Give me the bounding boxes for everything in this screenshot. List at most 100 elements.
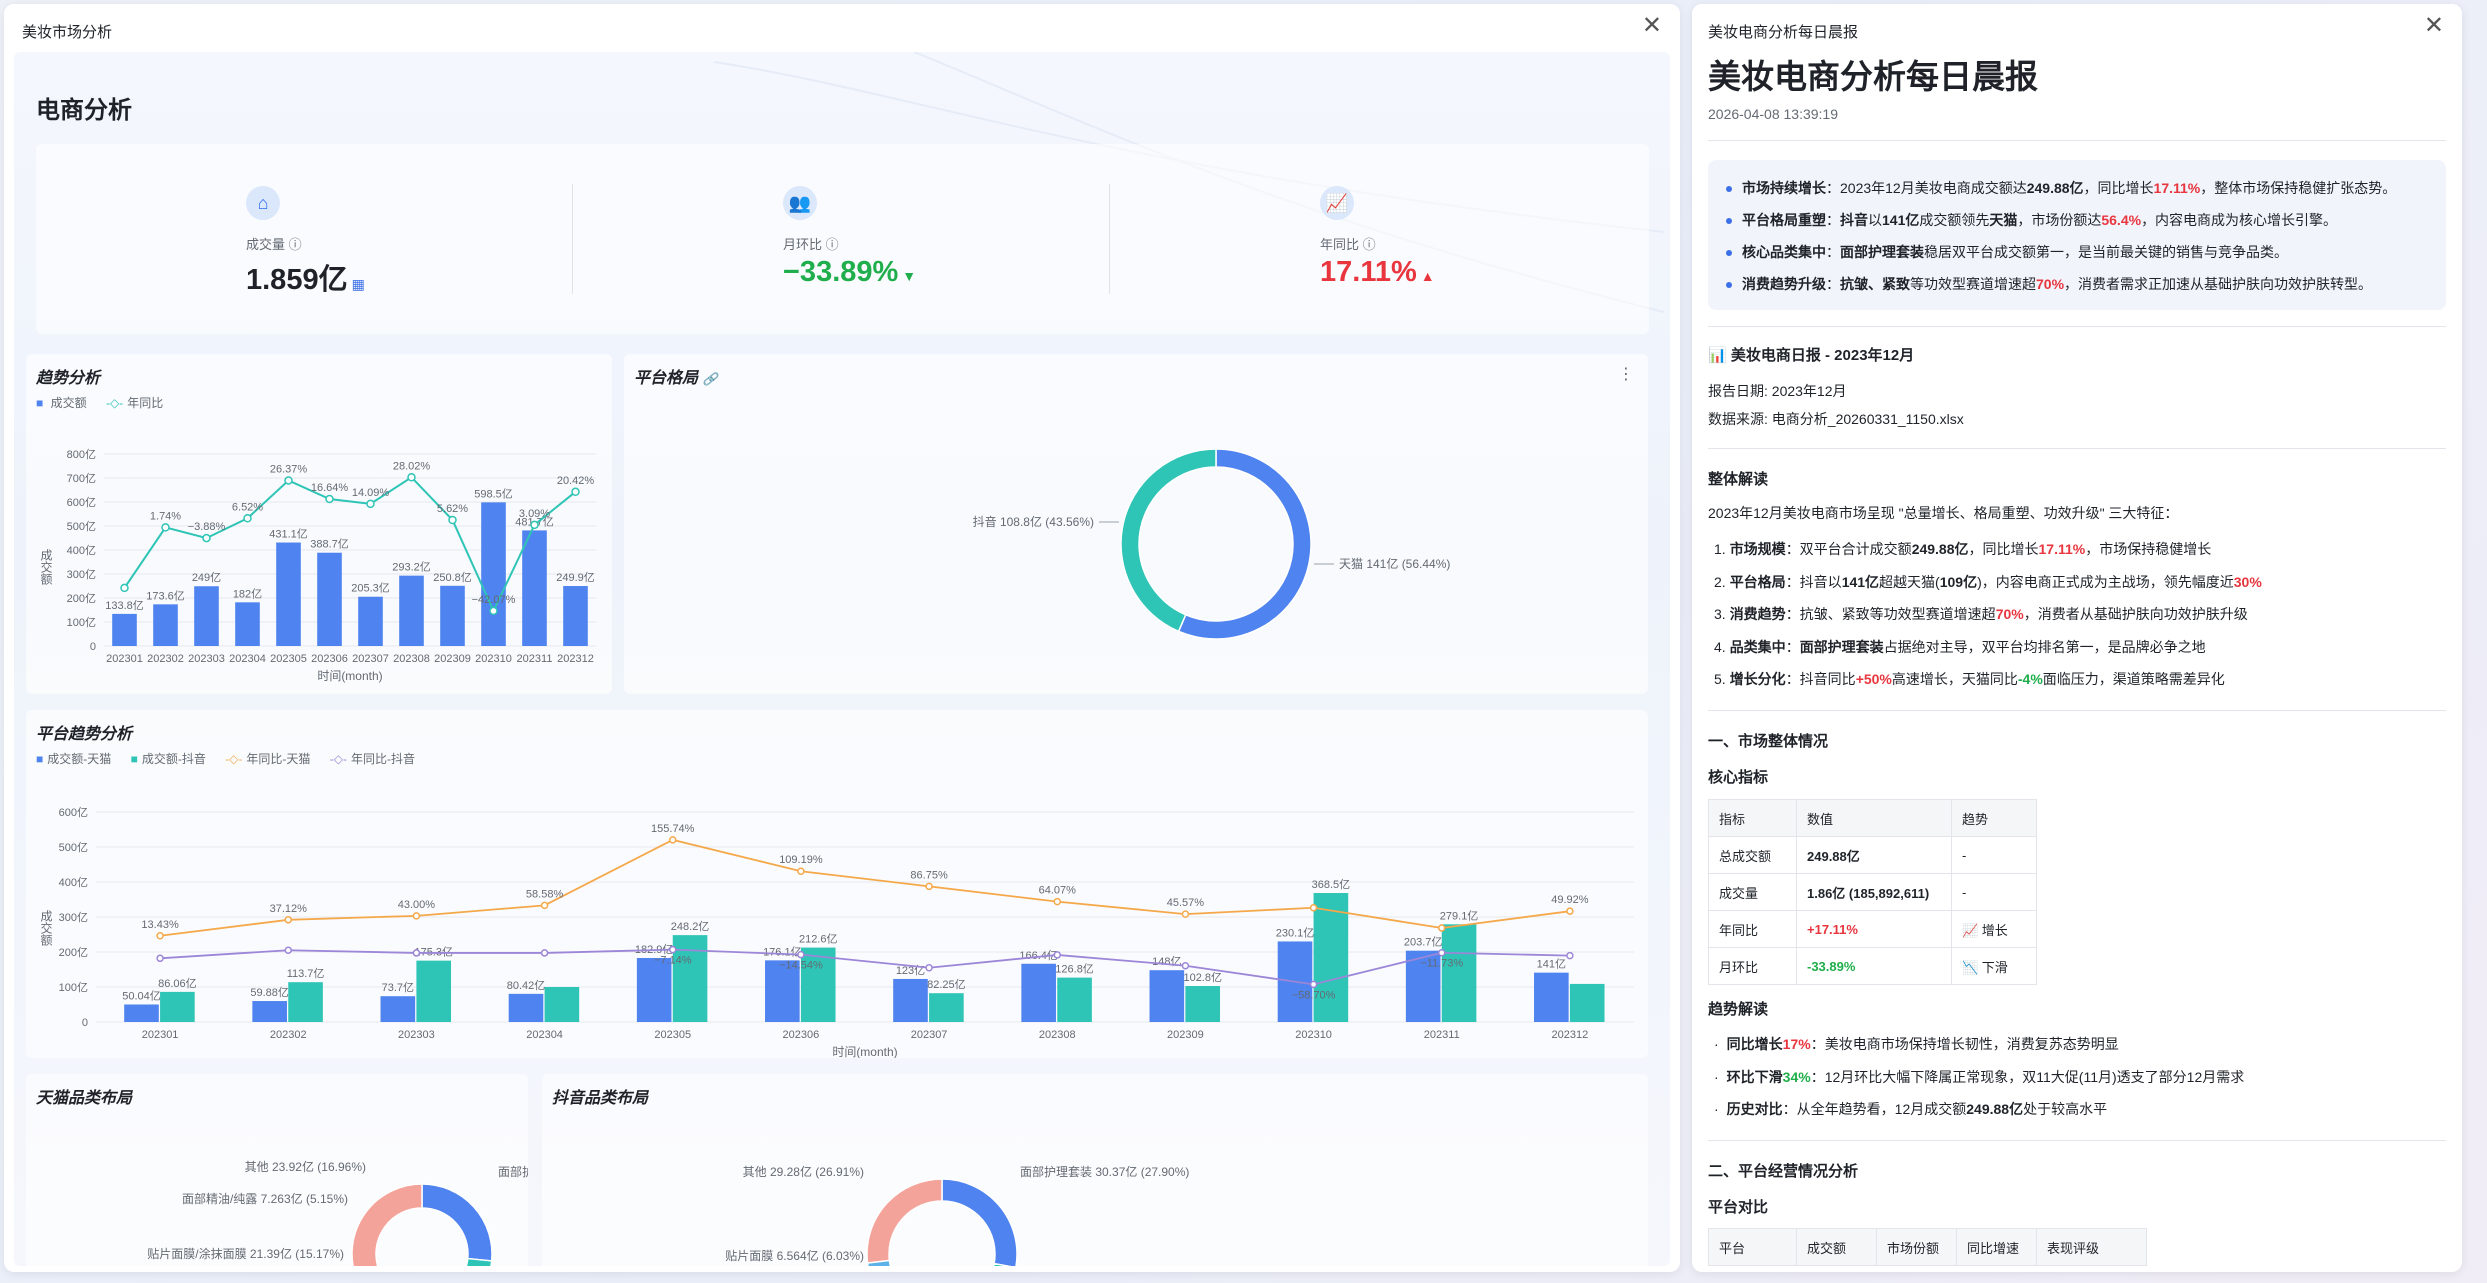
- bar-deal: [235, 602, 260, 646]
- bar-label: 102.8亿: [1183, 971, 1222, 984]
- x-tick-label: 202310: [475, 653, 512, 665]
- point: [1309, 980, 1318, 989]
- point-label: 26.37%: [270, 463, 308, 475]
- bar-tmall: [1534, 972, 1569, 1022]
- bar-label: 59.88亿: [250, 986, 289, 999]
- bar-douyin: [1185, 986, 1221, 1022]
- kpi-value: 17.11% ▲: [1320, 256, 1435, 289]
- divider: [1708, 326, 2446, 327]
- donut-slice: [351, 1183, 423, 1266]
- point-label: 3.09%: [519, 508, 550, 520]
- close-icon[interactable]: ✕: [2424, 14, 2444, 38]
- summary-item: 市场持续增长：2023年12月美妆电商成交额达249.88亿，同比增长17.11…: [1726, 172, 2428, 204]
- text-run: 17%: [1782, 1036, 1811, 1052]
- y-axis-label: 成交额: [39, 910, 53, 947]
- section1-title: 一、市场整体情况: [1708, 733, 1829, 750]
- kpi-label: 年同比 ⓘ: [1320, 237, 1376, 252]
- text-run: ：抖音同比: [1785, 671, 1856, 687]
- point-label: 5.62%: [437, 503, 468, 515]
- divider: [1708, 140, 2446, 141]
- bar-label: 176.1亿: [763, 945, 802, 958]
- bullet-icon: [1726, 282, 1732, 289]
- close-icon[interactable]: ✕: [1642, 14, 1662, 38]
- text-run: ，同比增长: [2083, 180, 2154, 196]
- text-run: 核心品类集中: [1742, 244, 1826, 260]
- point-yoy: [366, 499, 375, 509]
- bullet-icon: [1726, 250, 1732, 257]
- bar-tmall: [380, 996, 416, 1022]
- kpi-value: −33.89% ▼: [783, 256, 916, 289]
- donut-slice: [992, 1262, 1012, 1266]
- x-tick-label: 202310: [1295, 1029, 1332, 1041]
- point: [797, 867, 805, 875]
- point-yoy: [243, 514, 252, 523]
- point-label: 49.92%: [1551, 894, 1589, 906]
- point-label: 20.42%: [557, 475, 595, 487]
- bar-label: 250.8亿: [433, 571, 472, 584]
- text-run: 平台格局重塑: [1742, 212, 1826, 228]
- text-run: 5.: [1714, 671, 1726, 687]
- x-tick-label: 202305: [654, 1029, 691, 1041]
- bullet-icon: [1726, 186, 1732, 193]
- x-tick-label: 202306: [311, 653, 348, 665]
- text-run: ：: [1826, 212, 1840, 228]
- metrics-table: 指标 数值 趋势 总成交额 249.88亿 - 成交量 1.86亿 (185,892,611)…: [1708, 799, 2037, 985]
- x-tick-label: 202307: [352, 653, 389, 665]
- home-icon: ⌂: [246, 186, 280, 220]
- kpi-panel: ⌂ 成交量 ⓘ 1.859亿 ▦ 👥 月环比 ⓘ −33.89% ▼ 📈 年同比 ⓘ 17.11% ▲: [36, 144, 1649, 334]
- slice-label: 抖音 108.8亿 (43.56%): [973, 514, 1094, 529]
- x-tick-label: 202301: [106, 653, 143, 665]
- text-run: 249.88亿: [1966, 1101, 2024, 1117]
- bullet-icon: ·: [1714, 1101, 1719, 1117]
- text-run: 消费趋势: [1729, 606, 1786, 622]
- overview-intro: 2023年12月美妆电商市场呈现 "总量增长、格局重塑、功效升级" 三大特征：: [1708, 505, 2179, 521]
- trend-title: 趋势解读: [1708, 1001, 1769, 1018]
- left-titlebar: 美妆市场分析 ✕: [4, 4, 1680, 52]
- text-run: 249.88亿: [1911, 541, 1969, 557]
- bar-label: 148亿: [1152, 955, 1181, 968]
- point-label: 37.12%: [270, 903, 308, 915]
- platform-compare-title: 平台对比: [1708, 1199, 1769, 1216]
- platform-pie-chart: 天猫 141亿 (56.44%) 抖音 108.8亿 (43.56%): [973, 448, 1450, 640]
- x-tick-label: 202308: [393, 653, 430, 665]
- bar-douyin: [160, 991, 195, 1022]
- kpi-trend-icon: ▼: [902, 268, 917, 284]
- bar-label: 133.8亿: [105, 599, 144, 612]
- y-tick-label: 0: [90, 641, 96, 653]
- line-yoy-tmall: [159, 838, 1571, 937]
- text-run: 109亿: [1939, 573, 1978, 590]
- y-tick-label: 600亿: [59, 806, 88, 819]
- point-label: −3.88%: [188, 521, 226, 533]
- platform-trend-chart: 0 100亿 200亿 300亿 400亿 500亿 600亿成交额 50.04亿 59.88亿…: [39, 806, 1634, 1058]
- report-timestamp: 2026-04-08 13:39:19: [1708, 106, 1838, 122]
- point: [1566, 951, 1574, 960]
- bar-deal: [112, 613, 137, 646]
- table-header: 平台: [1708, 1228, 1797, 1266]
- bullet-icon: ·: [1714, 1036, 1719, 1052]
- point-yoy: [325, 494, 334, 504]
- overview-item: 4. 品类集中：面部护理套装占据绝对主导，双平台均排名第一，是品牌必争之地: [1714, 637, 2206, 657]
- table-row: 月环比 -33.89% 📉 下滑: [1708, 947, 2037, 985]
- left-window-title: 美妆市场分析: [22, 24, 113, 41]
- text-run: 70%: [1995, 606, 2024, 622]
- table-header: 数值: [1796, 799, 1952, 837]
- chart-icon: 📈: [1320, 186, 1354, 220]
- text-run: 17.11%: [2153, 180, 2201, 196]
- point: [540, 901, 549, 910]
- bar-label: 173.6亿: [146, 589, 185, 602]
- slice-label: 面部精油/纯露 7.263亿 (5.15%): [182, 1191, 348, 1206]
- text-run: 面部护理套装: [1840, 244, 1924, 260]
- bar-douyin: [1569, 983, 1605, 1022]
- point-label: 64.07%: [1039, 885, 1077, 897]
- bar-tmall: [252, 1001, 287, 1022]
- bar-label: 598.5亿: [474, 487, 513, 500]
- text-run: 天猫: [1989, 212, 2018, 228]
- bar-douyin: [544, 987, 580, 1022]
- bar-tmall: [893, 978, 928, 1022]
- point-yoy: [489, 606, 498, 616]
- text-run: ，整体市场保持稳健扩张态势。: [2200, 180, 2397, 196]
- point-label: 14.09%: [352, 487, 390, 499]
- bar-label: 126.8亿: [1055, 963, 1094, 976]
- text-run: 增长分化: [1729, 671, 1786, 687]
- point: [1309, 904, 1318, 912]
